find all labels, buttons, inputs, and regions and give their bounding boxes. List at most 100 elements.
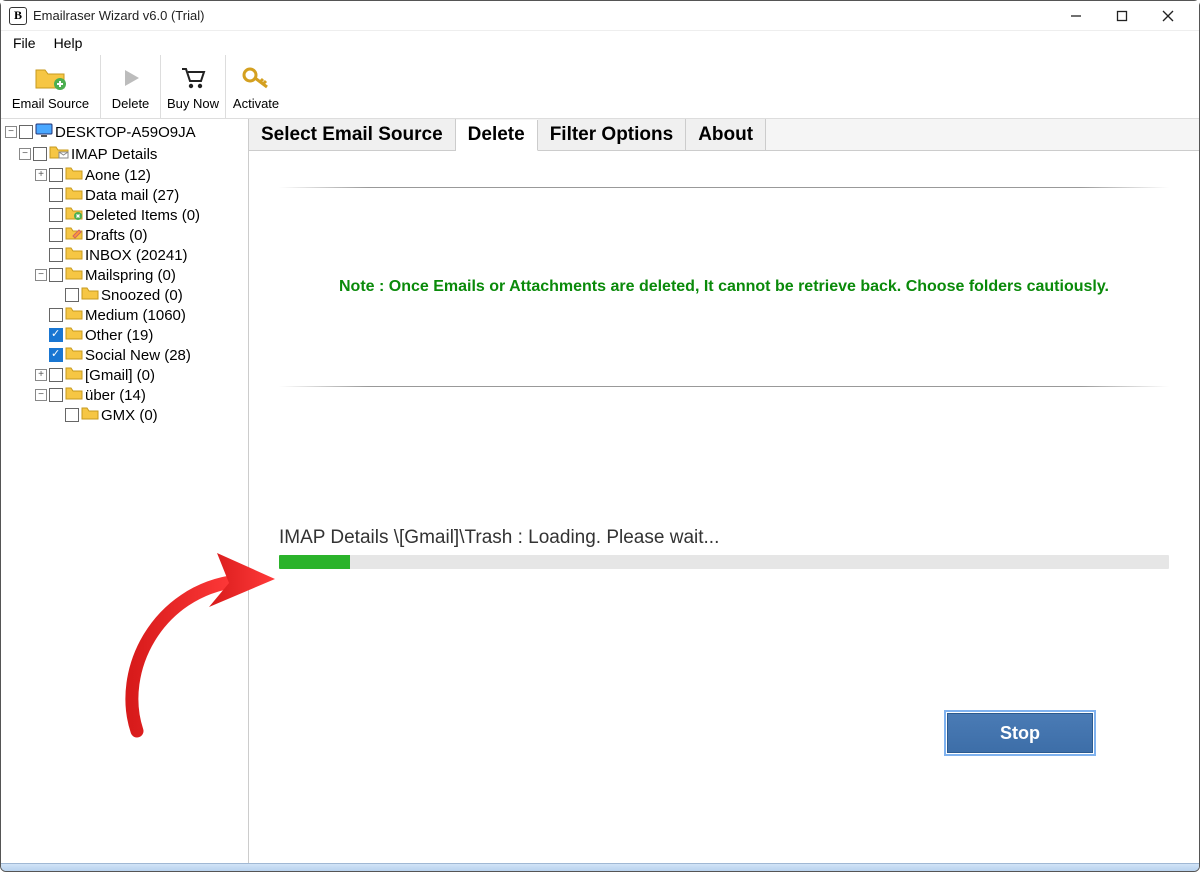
tree-node-label: Aone (12) [85,167,151,184]
menu-file[interactable]: File [13,35,36,51]
tree-node[interactable]: INBOX (20241) [1,245,248,265]
tree-checkbox[interactable] [49,248,63,262]
folder-icon [65,166,83,184]
trash-icon [65,206,83,224]
menu-help[interactable]: Help [54,35,83,51]
toolbar-label: Delete [112,96,150,111]
tree-node-label: DESKTOP-A59O9JA [55,124,196,141]
divider [279,187,1169,188]
tree-node[interactable]: GMX (0) [1,405,248,425]
tab-strip: Select Email Source Delete Filter Option… [249,119,1199,151]
cart-icon [179,62,207,94]
tree-node[interactable]: − DESKTOP-A59O9JA [1,121,248,143]
tree-node-label: IMAP Details [71,146,157,163]
tree-checkbox[interactable] [49,348,63,362]
toolbar-label: Email Source [12,96,89,111]
folder-icon [65,386,83,404]
tree-node-label: Drafts (0) [85,227,148,244]
tree-checkbox[interactable] [49,388,63,402]
tree-spacer [35,349,47,361]
tree-checkbox[interactable] [49,188,63,202]
folder-icon [65,326,83,344]
tree-node[interactable]: + [Gmail] (0) [1,365,248,385]
toolbar-activate[interactable]: Activate [226,55,286,118]
progress-fill [279,555,350,569]
tree-spacer [35,309,47,321]
maximize-button[interactable] [1099,2,1145,30]
tree-checkbox[interactable] [65,408,79,422]
tree-node[interactable]: Medium (1060) [1,305,248,325]
tree-node[interactable]: + Aone (12) [1,165,248,185]
tree-checkbox[interactable] [65,288,79,302]
draft-icon [65,226,83,244]
progress-status-text: IMAP Details \[Gmail]\Trash : Loading. P… [265,527,1183,555]
collapse-icon[interactable]: − [35,269,47,281]
tree-node[interactable]: Deleted Items (0) [1,205,248,225]
tree-checkbox[interactable] [33,147,47,161]
collapse-icon[interactable]: − [5,126,17,138]
tree-node[interactable]: Other (19) [1,325,248,345]
close-button[interactable] [1145,2,1191,30]
folder-icon [65,306,83,324]
folder-icon [81,286,99,304]
tree-node[interactable]: − Mailspring (0) [1,265,248,285]
collapse-icon[interactable]: − [35,389,47,401]
tree-node-label: INBOX (20241) [85,247,188,264]
tree-checkbox[interactable] [49,168,63,182]
tree-node-label: Mailspring (0) [85,267,176,284]
tree-checkbox[interactable] [49,208,63,222]
tree-node-label: Social New (28) [85,347,191,364]
folder-icon [65,246,83,264]
warning-note: Note : Once Emails or Attachments are de… [249,208,1199,366]
tab-filter-options[interactable]: Filter Options [538,119,687,150]
tab-about[interactable]: About [686,119,766,150]
minimize-button[interactable] [1053,2,1099,30]
window-title: Emailraser Wizard v6.0 (Trial) [33,8,1053,23]
toolbar-label: Buy Now [167,96,219,111]
tree-node-label: [Gmail] (0) [85,367,155,384]
divider [279,386,1169,387]
monitor-icon [35,122,53,142]
tree-node-label: Deleted Items (0) [85,207,200,224]
tree-spacer [35,229,47,241]
tree-spacer [51,409,63,421]
toolbar: Email Source Delete Buy Now Activate [1,55,1199,119]
tree-checkbox[interactable] [49,268,63,282]
tree-node-label: Other (19) [85,327,153,344]
folder-icon [65,346,83,364]
tree-node[interactable]: Drafts (0) [1,225,248,245]
toolbar-buy-now[interactable]: Buy Now [161,55,226,118]
tree-node[interactable]: Social New (28) [1,345,248,365]
toolbar-delete[interactable]: Delete [101,55,161,118]
app-icon: B [9,7,27,25]
tree-checkbox[interactable] [49,328,63,342]
progress-bar [279,555,1169,569]
collapse-icon[interactable]: − [19,148,31,160]
tree-checkbox[interactable] [49,228,63,242]
content-pane: Select Email Source Delete Filter Option… [249,119,1199,863]
folder-add-icon [34,62,68,94]
tree-node[interactable]: − IMAP Details [1,143,248,165]
tree-checkbox[interactable] [49,368,63,382]
tree-node-label: Snoozed (0) [101,287,183,304]
folder-tree[interactable]: −DESKTOP-A59O9JA−IMAP Details+Aone (12)D… [1,119,249,863]
tab-delete[interactable]: Delete [456,120,538,151]
toolbar-email-source[interactable]: Email Source [1,55,101,118]
tree-checkbox[interactable] [49,308,63,322]
tree-node-label: GMX (0) [101,407,158,424]
tree-node[interactable]: − über (14) [1,385,248,405]
tree-checkbox[interactable] [19,125,33,139]
tree-node-label: Medium (1060) [85,307,186,324]
play-icon [119,62,143,94]
tree-node[interactable]: Snoozed (0) [1,285,248,305]
expand-icon[interactable]: + [35,169,47,181]
stop-button[interactable]: Stop [947,713,1093,753]
expand-icon[interactable]: + [35,369,47,381]
tree-node-label: über (14) [85,387,146,404]
bottom-bar [1,863,1199,871]
title-bar: B Emailraser Wizard v6.0 (Trial) [1,1,1199,31]
tree-node[interactable]: Data mail (27) [1,185,248,205]
tab-select-source[interactable]: Select Email Source [249,119,456,150]
key-icon [241,62,271,94]
menu-bar: File Help [1,31,1199,55]
